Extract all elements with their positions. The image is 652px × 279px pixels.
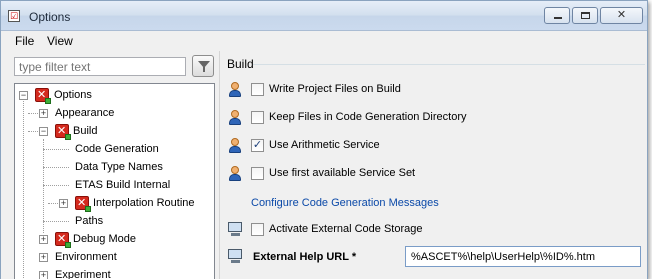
tree-item-label: ETAS Build Internal xyxy=(75,179,171,191)
options-window: ☑ Options ✕ File View − Options + xyxy=(0,0,648,279)
menu-file[interactable]: File xyxy=(15,34,34,48)
minimize-icon xyxy=(554,17,562,19)
tree-item-code-generation[interactable]: Code Generation xyxy=(75,140,159,158)
filter-button[interactable] xyxy=(192,55,214,77)
section-title: Build xyxy=(227,57,254,71)
collapse-icon[interactable]: − xyxy=(39,127,48,136)
expand-icon[interactable]: + xyxy=(39,109,48,118)
tree-item-label: Appearance xyxy=(55,107,115,119)
option-label: Use first available Service Set xyxy=(269,167,416,179)
use-first-service-set-checkbox[interactable] xyxy=(251,167,264,180)
activate-external-storage-checkbox[interactable] xyxy=(251,223,264,236)
computer-icon xyxy=(227,248,243,266)
expand-icon[interactable]: + xyxy=(39,235,48,244)
tree-item-label: Code Generation xyxy=(75,143,159,155)
tree-item-label: Options xyxy=(54,89,92,101)
tree-item-label: Experiment xyxy=(55,269,111,279)
write-project-files-checkbox[interactable] xyxy=(251,83,264,96)
close-button[interactable]: ✕ xyxy=(600,7,643,24)
configure-messages-link[interactable]: Configure Code Generation Messages xyxy=(251,197,439,209)
tree-item-label: Paths xyxy=(75,215,104,227)
option-label: Write Project Files on Build xyxy=(269,83,401,95)
tree-item-etas-build-internal[interactable]: ETAS Build Internal xyxy=(75,176,170,194)
panel-splitter[interactable] xyxy=(219,51,220,279)
tree-item-paths[interactable]: Paths xyxy=(75,212,103,230)
tree-item-label: Data Type Names xyxy=(75,161,163,173)
section-divider xyxy=(253,64,645,65)
options-tree[interactable]: − Options + Appearance − Build Code Gene… xyxy=(14,83,215,279)
tree-item-data-type-names[interactable]: Data Type Names xyxy=(75,158,163,176)
maximize-icon xyxy=(581,12,590,19)
person-icon xyxy=(227,165,243,183)
tree-item-label: Debug Mode xyxy=(73,233,136,245)
keep-files-checkbox[interactable] xyxy=(251,111,264,124)
maximize-button[interactable] xyxy=(572,7,598,24)
interpolation-icon xyxy=(75,194,91,212)
menu-bar: File View xyxy=(1,32,647,50)
minimize-button[interactable] xyxy=(544,7,570,24)
person-icon xyxy=(227,109,243,127)
menu-view[interactable]: View xyxy=(47,34,73,48)
option-label: Keep Files in Code Generation Directory xyxy=(269,111,467,123)
tree-item-label: Build xyxy=(73,125,98,137)
collapse-icon[interactable]: − xyxy=(19,91,28,100)
expand-icon[interactable]: + xyxy=(39,271,48,279)
computer-icon xyxy=(227,221,243,239)
title-bar[interactable]: ☑ Options ✕ xyxy=(1,1,647,31)
options-icon xyxy=(35,86,51,104)
expand-icon[interactable]: + xyxy=(59,199,68,208)
option-label: Use Arithmetic Service xyxy=(269,139,380,151)
window-controls: ✕ xyxy=(544,7,643,24)
help-url-input[interactable] xyxy=(405,246,641,267)
expand-icon[interactable]: + xyxy=(39,253,48,262)
window-title: Options xyxy=(29,10,71,24)
use-arithmetic-service-checkbox[interactable]: ✓ xyxy=(251,139,264,152)
build-icon xyxy=(55,122,71,140)
debug-mode-icon xyxy=(55,230,71,248)
filter-input[interactable] xyxy=(14,57,186,76)
person-icon xyxy=(227,137,243,155)
options-window-icon: ☑ xyxy=(8,10,20,22)
person-icon xyxy=(227,81,243,99)
tree-item-label: Interpolation Routine xyxy=(93,197,195,209)
close-icon: ✕ xyxy=(616,9,627,21)
help-url-label: External Help URL * xyxy=(253,251,357,263)
option-label: Activate External Code Storage xyxy=(269,223,423,235)
tree-item-label: Environment xyxy=(55,251,117,263)
